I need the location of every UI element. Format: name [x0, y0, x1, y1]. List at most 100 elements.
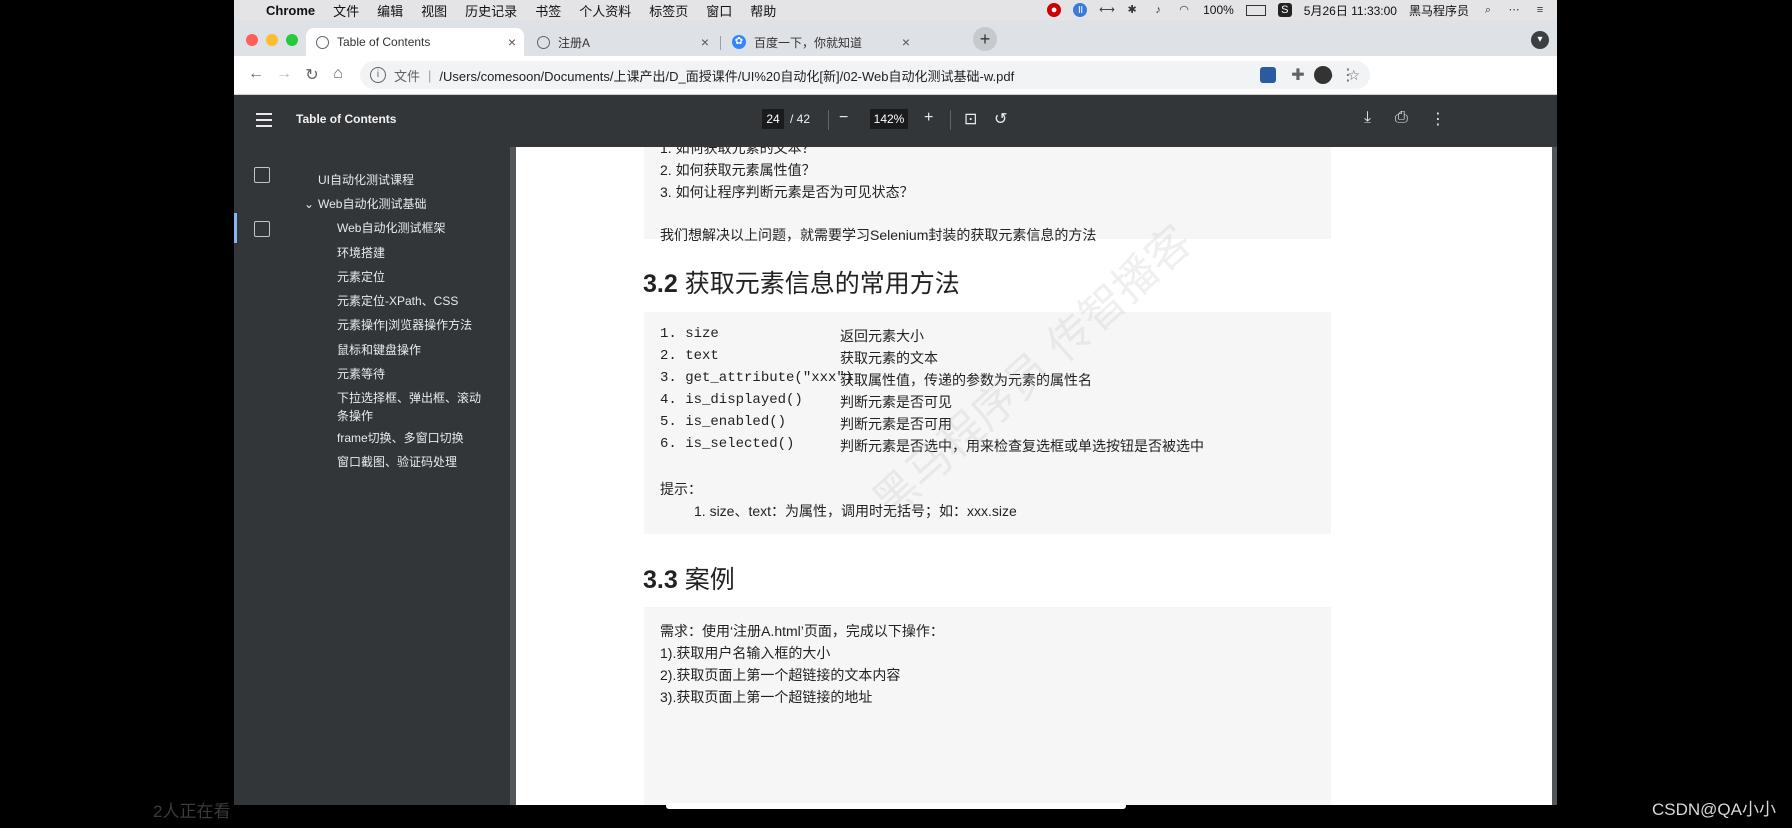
menu-tabs[interactable]: 标签页 — [649, 1, 688, 20]
method-name: 6. is_selected() — [660, 436, 795, 452]
puzzle-icon[interactable]: ✚ — [1288, 65, 1308, 85]
network-icon[interactable]: ⟷ — [1099, 3, 1115, 17]
list-item: 2. 如何获取元素属性值？ — [660, 162, 816, 178]
user-name[interactable]: 黑马程序员 — [1409, 2, 1469, 19]
app-s-icon[interactable]: S — [1277, 3, 1292, 17]
outline-item[interactable]: 元素定位 — [337, 268, 385, 286]
address-bar[interactable]: i 文件 | /Users/comesoon/Documents/上课产出/D_… — [360, 61, 1370, 89]
dock-preview — [666, 803, 1126, 809]
globe-icon — [537, 35, 550, 49]
viewer-count: 2人正在看 — [153, 802, 231, 821]
outline-item[interactable]: 元素等待 — [337, 365, 385, 383]
notification-icon[interactable]: ≡ — [1533, 3, 1547, 17]
zoom-input[interactable]: 142% — [870, 109, 908, 129]
zoom-in-icon[interactable]: + — [924, 109, 933, 127]
menu-help[interactable]: 帮助 — [750, 1, 776, 20]
back-arrow-icon[interactable]: ← — [246, 65, 266, 83]
new-tab-button[interactable]: + — [973, 27, 997, 51]
pause-icon[interactable]: ॥ — [1073, 3, 1088, 17]
section-heading-3-3: 3.3 案例 — [643, 560, 735, 596]
outline-item[interactable]: 下拉选择框、弹出框、滚动条操作 — [337, 389, 482, 425]
tab-strip: Table of Contents × 注册A × ✿ 百度一下，你就知道 × … — [234, 20, 1557, 56]
page-number-input[interactable]: 24 — [762, 109, 784, 129]
outline-item[interactable]: frame切换、多窗口切换 — [337, 429, 464, 447]
toolbar-divider — [950, 110, 951, 130]
case-line: 需求：使用‘注册A.html’页面，完成以下操作： — [660, 623, 944, 639]
case-line: 1).获取用户名输入框的大小 — [660, 645, 831, 661]
section-number: 3.2 — [643, 270, 678, 298]
reload-icon[interactable]: ↻ — [302, 65, 322, 85]
print-icon[interactable]: ⎙ — [1395, 109, 1408, 127]
pdf-title: Table of Contents — [296, 112, 397, 126]
battery-icon[interactable] — [1245, 4, 1266, 16]
forward-arrow-icon[interactable]: → — [274, 65, 294, 83]
zoom-out-icon[interactable]: − — [839, 109, 848, 127]
scheme-label: 文件 — [394, 68, 421, 84]
spotlight-icon[interactable]: ⌕ — [1481, 3, 1495, 17]
tab-title: 注册A — [558, 35, 591, 50]
close-tab-icon[interactable]: × — [701, 34, 709, 50]
outline-item[interactable]: UI自动化测试课程 — [318, 171, 414, 189]
menu-window[interactable]: 窗口 — [706, 1, 732, 20]
zoom-window-button[interactable] — [286, 34, 298, 46]
outline-icon[interactable] — [254, 221, 270, 237]
bluetooth-icon[interactable]: ✱ — [1125, 3, 1139, 17]
outline-item[interactable]: 环境搭建 — [337, 244, 385, 262]
outline-item[interactable]: Web自动化测试基础 — [318, 195, 426, 213]
globe-icon — [316, 35, 329, 49]
control-center-icon[interactable]: ⋯ — [1507, 3, 1521, 17]
clock[interactable]: 5月26日 11:33:00 — [1304, 2, 1397, 19]
close-tab-icon[interactable]: × — [902, 34, 910, 50]
method-name: 4. is_displayed() — [660, 392, 803, 408]
method-name: 5. is_enabled() — [660, 414, 787, 430]
outline-item[interactable]: 鼠标和键盘操作 — [337, 341, 421, 359]
tab-baidu[interactable]: ✿ 百度一下，你就知道 × — [722, 28, 918, 56]
pdf-sidebar: UI自动化测试课程 ⌄ Web自动化测试基础 Web自动化测试框架 环境搭建 元… — [234, 147, 510, 805]
outline-item[interactable]: 窗口截图、验证码处理 — [337, 453, 457, 471]
tab-register-a[interactable]: 注册A × — [527, 28, 717, 56]
avatar[interactable] — [1314, 66, 1332, 84]
download-icon[interactable]: ⤓ — [1364, 109, 1371, 127]
menu-file[interactable]: 文件 — [333, 1, 359, 20]
mac-menu-bar: Chrome 文件 编辑 视图 历史记录 书签 个人资料 标签页 窗口 帮助 ●… — [234, 0, 1557, 20]
outline-item[interactable]: 元素定位-XPath、CSS — [337, 292, 458, 310]
menu-view[interactable]: 视图 — [421, 1, 447, 20]
menu-app-name[interactable]: Chrome — [266, 3, 315, 18]
section-title: 获取元素信息的常用方法 — [684, 270, 960, 298]
extension-icon[interactable] — [1260, 67, 1276, 83]
kebab-menu-icon[interactable]: ⋮ — [1338, 65, 1358, 85]
volume-icon[interactable]: ♪ — [1151, 3, 1165, 17]
list-item: 1. 如何获取元素的文本？ — [660, 147, 816, 156]
menu-profile[interactable]: 个人资料 — [579, 1, 631, 20]
intro-text: 我们想解决以上问题，就需要学习Selenium封装的获取元素信息的方法 — [660, 227, 1097, 243]
url-text[interactable]: /Users/comesoon/Documents/上课产出/D_面授课件/UI… — [439, 66, 1014, 85]
minimize-window-button[interactable] — [266, 34, 278, 46]
tab-table-of-contents[interactable]: Table of Contents × — [306, 28, 524, 56]
hamburger-menu-icon[interactable] — [256, 113, 272, 131]
tip-item: 1. size、text：为属性，调用时无括号；如：xxx.size — [694, 503, 1017, 519]
menu-edit[interactable]: 编辑 — [377, 1, 403, 20]
more-options-icon[interactable]: ⋮ — [1430, 109, 1446, 129]
tab-search-button[interactable]: ▾ — [1531, 31, 1549, 49]
pdf-toolbar: Table of Contents 24 / 42 − 142% + ⊡ ↺ ⤓… — [234, 95, 1557, 147]
csdn-watermark: CSDN@QA小小 — [1652, 800, 1776, 819]
close-window-button[interactable] — [246, 34, 258, 46]
menu-history[interactable]: 历史记录 — [465, 1, 517, 20]
battery-percent: 100% — [1203, 3, 1234, 17]
thumbnails-icon[interactable] — [254, 167, 270, 183]
tip-label: 提示： — [660, 481, 702, 497]
rotate-icon[interactable]: ↺ — [994, 109, 1007, 129]
browser-toolbar: ← → ↻ ⌂ i 文件 | /Users/comesoon/Documents… — [234, 56, 1557, 95]
outline-item[interactable]: 元素操作|浏览器操作方法 — [337, 316, 472, 334]
close-tab-icon[interactable]: × — [508, 34, 516, 50]
wifi-icon[interactable]: ◠ — [1177, 3, 1191, 17]
outline-item[interactable]: Web自动化测试框架 — [337, 219, 445, 237]
menu-bookmarks[interactable]: 书签 — [535, 1, 561, 20]
record-icon[interactable]: ● — [1047, 3, 1062, 17]
fit-page-icon[interactable]: ⊡ — [964, 109, 977, 129]
section-title: 案例 — [684, 566, 735, 594]
chevron-down-icon[interactable]: ⌄ — [304, 195, 314, 213]
info-icon[interactable]: i — [370, 67, 386, 83]
home-icon[interactable]: ⌂ — [328, 65, 348, 83]
method-name: 3. get_attribute("xxx") — [660, 370, 854, 386]
